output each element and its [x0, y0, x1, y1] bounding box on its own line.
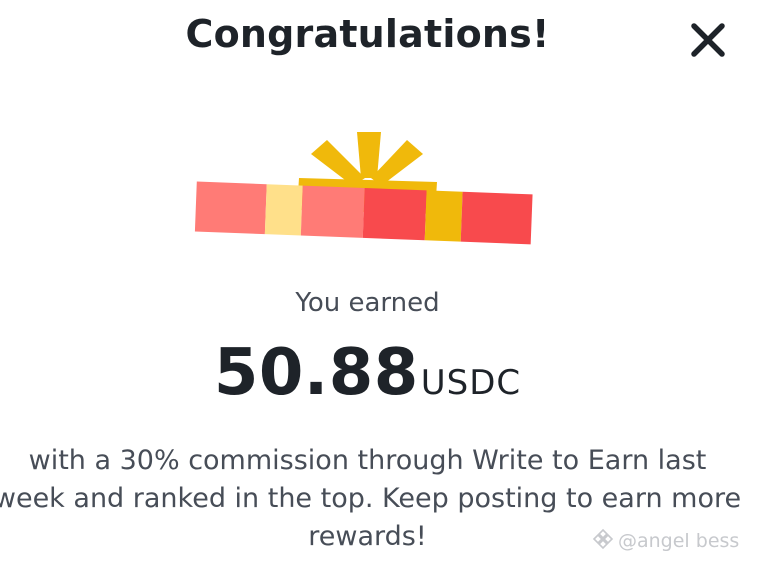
amount-value: 50.88 — [213, 336, 419, 410]
reward-amount: 50.88USDC — [0, 336, 735, 410]
binance-logo-icon — [592, 528, 614, 555]
dialog-title: Congratulations! — [185, 12, 550, 56]
watermark: @angel bess — [592, 528, 739, 555]
close-button[interactable] — [686, 18, 730, 62]
close-icon — [691, 23, 725, 57]
gift-box-icon — [185, 122, 545, 282]
reward-dialog: Congratulations! You earned 50.88USDC wi… — [0, 0, 777, 566]
watermark-text: @angel bess — [618, 530, 740, 552]
amount-currency: USDC — [420, 363, 522, 403]
earned-label: You earned — [295, 288, 440, 318]
